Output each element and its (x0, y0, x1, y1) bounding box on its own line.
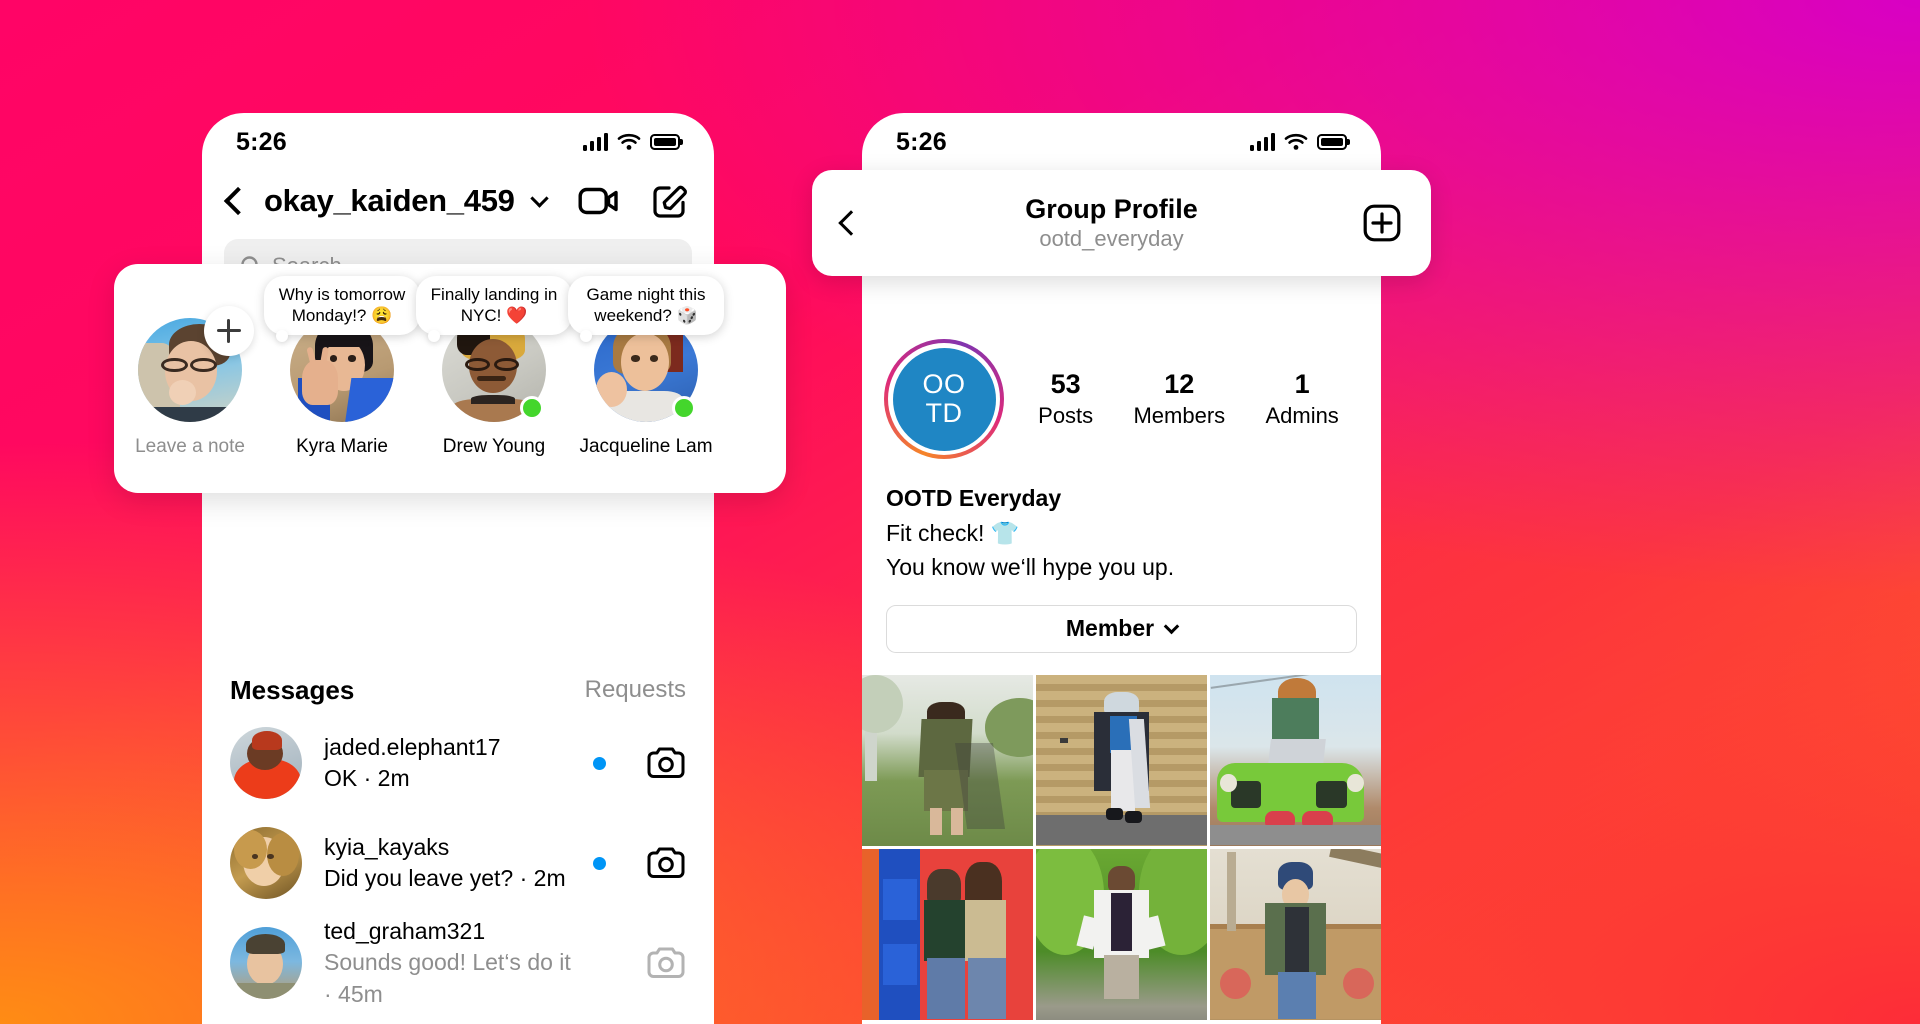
group-header-row: OO TD 53 Posts 12 Members 1 Admins (862, 339, 1381, 459)
page-title: Group Profile (1025, 193, 1198, 224)
avatar-line-1: OO (922, 368, 966, 399)
group-profile-body: OO TD 53 Posts 12 Members 1 Admins OOTD … (862, 171, 1381, 1020)
note-kyra-marie[interactable]: Why is tomorrow Monday!? 😩 Kyra Marie (264, 276, 420, 458)
stat-value: 53 (1050, 368, 1081, 399)
dm-username[interactable]: okay_kaiden_459 (264, 183, 515, 219)
page-subtitle: ootd_everyday (1039, 225, 1184, 251)
stat-value: 1 (1294, 368, 1310, 399)
thread-preview: Sounds good! Let‘s do it · 45m (324, 949, 571, 1007)
unread-dot (593, 856, 606, 870)
online-status-dot (672, 396, 696, 420)
group-avatar-ring-inner: OO TD (888, 343, 1000, 455)
dm-header: okay_kaiden_459 (202, 171, 714, 235)
add-member-icon[interactable] (1363, 204, 1401, 242)
note-avatar-wrap (138, 306, 254, 422)
note-label: Leave a note (135, 436, 245, 457)
thread-username: ted_graham321 (324, 918, 486, 945)
unread-dot (593, 756, 606, 770)
battery-full-icon (650, 134, 680, 150)
stat-label: Members (1133, 402, 1226, 428)
online-status-dot (520, 396, 544, 420)
thread-text: ted_graham321 Sounds good! Let‘s do it ·… (324, 916, 571, 1009)
status-time: 5:26 (896, 127, 947, 156)
avatar[interactable] (230, 827, 302, 899)
thread-text: kyia_kayaks Did you leave yet? · 2m (324, 832, 571, 894)
note-bubble[interactable]: Finally landing in NYC! ❤️ (416, 276, 572, 349)
stat-posts[interactable]: 53 Posts (1038, 368, 1093, 430)
note-jacqueline-lam[interactable]: Game night this weekend? 🎲 Jacqueline La… (568, 276, 724, 458)
header-titles: Group Profile ootd_everyday (860, 194, 1363, 253)
chevron-left-icon[interactable] (223, 186, 253, 216)
avatar-line-2: TD (925, 398, 963, 428)
grid-photo-4[interactable] (862, 848, 1033, 1020)
chevron-down-icon[interactable] (529, 188, 549, 208)
avatar[interactable] (230, 927, 302, 999)
compose-icon[interactable] (652, 183, 688, 219)
grid-photo-6[interactable] (1210, 848, 1381, 1020)
group-photo-grid (862, 674, 1381, 1020)
messages-title: Messages (230, 674, 355, 705)
stat-admins[interactable]: 1 Admins (1265, 368, 1338, 430)
note-label: Jacqueline Lam (579, 436, 713, 457)
grid-photo-5[interactable] (1036, 848, 1207, 1020)
member-button[interactable]: Member (886, 604, 1357, 653)
thread-preview: Did you leave yet? · 2m (324, 865, 566, 891)
status-icons (582, 133, 680, 151)
group-display-name: OOTD Everyday (886, 485, 1062, 511)
camera-icon[interactable] (646, 845, 686, 881)
note-leave-a-note[interactable]: Leave a note (114, 282, 266, 458)
avatar[interactable]: OO TD (892, 347, 996, 451)
table-row[interactable]: ted_graham321 Sounds good! Let‘s do it ·… (202, 913, 714, 1013)
thread-preview: OK · 2m (324, 765, 410, 791)
group-stats: 53 Posts 12 Members 1 Admins (1004, 368, 1359, 430)
video-camera-icon[interactable] (578, 184, 620, 218)
note-bubble[interactable]: Why is tomorrow Monday!? 😩 (264, 276, 420, 349)
battery-full-icon (1317, 134, 1347, 150)
thread-username: kyia_kayaks (324, 833, 450, 860)
note-label: Kyra Marie (296, 436, 388, 457)
requests-link[interactable]: Requests (585, 676, 686, 704)
table-row[interactable]: kyia_kayaks Did you leave yet? · 2m (202, 813, 714, 913)
status-time: 5:26 (236, 127, 287, 156)
signal-bars-icon (1249, 133, 1275, 151)
status-bar-left: 5:26 (202, 113, 714, 171)
phone-left-direct-messages: 5:26 okay_kaiden_459 Messages Requests j… (202, 113, 714, 1024)
avatar[interactable] (230, 727, 302, 799)
plus-icon[interactable] (204, 306, 254, 356)
group-bio-line-1: Fit check! 👕 (886, 519, 1020, 546)
stat-value: 12 (1164, 368, 1195, 399)
chevron-down-icon (1163, 618, 1180, 634)
member-button-label: Member (1065, 615, 1155, 641)
messages-section-header: Messages Requests (202, 667, 714, 713)
note-bubble[interactable]: Game night this weekend? 🎲 (568, 276, 724, 349)
signal-bars-icon (582, 133, 608, 151)
status-bar-right: 5:26 (862, 113, 1381, 171)
notes-tray: Leave a note Why is tomorrow Monday!? 😩 (114, 264, 786, 493)
grid-photo-1[interactable] (862, 674, 1033, 846)
wifi-icon (617, 133, 641, 150)
stat-label: Posts (1038, 402, 1094, 428)
status-icons (1249, 133, 1347, 151)
table-row[interactable]: jaded.elephant17 OK · 2m (202, 713, 714, 813)
group-avatar-ring[interactable]: OO TD (884, 339, 1004, 459)
note-drew-young[interactable]: Finally landing in NYC! ❤️ Drew Young (416, 276, 572, 458)
group-profile-header-card: Group Profile ootd_everyday (812, 170, 1431, 276)
group-bio: OOTD Everyday Fit check! 👕 You know we‘l… (862, 459, 1381, 585)
thread-username: jaded.elephant17 (324, 733, 501, 760)
screenshot-root: 5:26 okay_kaiden_459 Messages Requests j… (0, 0, 1920, 1024)
group-bio-line-2: You know we‘ll hype you up. (886, 554, 1175, 580)
grid-photo-3[interactable] (1210, 674, 1381, 846)
camera-icon[interactable] (646, 745, 686, 781)
camera-icon[interactable] (646, 945, 686, 981)
wifi-icon (1284, 133, 1308, 150)
stat-members[interactable]: 12 Members (1133, 368, 1225, 430)
grid-photo-2[interactable] (1036, 674, 1207, 846)
thread-text: jaded.elephant17 OK · 2m (324, 732, 571, 794)
stat-label: Admins (1265, 402, 1339, 428)
note-label: Drew Young (442, 436, 546, 457)
